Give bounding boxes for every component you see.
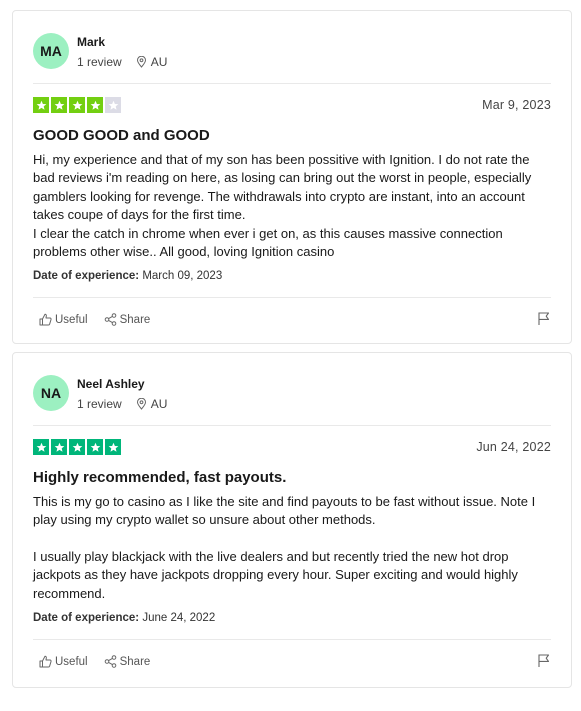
divider: [33, 639, 551, 640]
star-icon: [51, 97, 67, 113]
divider: [33, 83, 551, 84]
review-actions: Useful Share: [39, 313, 166, 326]
review-paragraph: I usually play blackjack with the live d…: [33, 548, 518, 601]
share-icon: [104, 655, 116, 668]
reviewer-name[interactable]: Neel Ashley: [77, 377, 145, 391]
divider: [33, 297, 551, 298]
star-rating: [33, 439, 123, 455]
country-code: AU: [150, 55, 168, 69]
location-pin-icon: [136, 56, 146, 68]
avatar[interactable]: NA: [33, 375, 69, 411]
share-button[interactable]: Share: [104, 313, 151, 326]
report-button[interactable]: [537, 653, 551, 673]
star-icon: [87, 439, 103, 455]
star-icon: [105, 439, 121, 455]
star-icon: [33, 439, 49, 455]
experience-date: March 09, 2023: [142, 270, 223, 282]
date-of-experience: Date of experience: June 24, 2022: [33, 612, 215, 624]
review-card: MA Mark 1 review AU Mar 9, 2023 GOOD GOO…: [12, 10, 572, 344]
flag-icon: [538, 654, 550, 667]
review-paragraph: Hi, my experience and that of my son has…: [33, 152, 532, 223]
report-button[interactable]: [537, 311, 551, 331]
thumbs-up-icon: [39, 313, 52, 326]
review-actions: Useful Share: [39, 655, 166, 668]
thumbs-up-icon: [39, 655, 52, 668]
reviewer-header[interactable]: MA Mark 1 review AU: [33, 33, 553, 73]
share-label: Share: [119, 313, 151, 326]
experience-label: Date of experience:: [33, 612, 140, 624]
review-date: Jun 24, 2022: [476, 440, 551, 454]
experience-label: Date of experience:: [33, 270, 140, 282]
share-label: Share: [119, 655, 151, 668]
star-icon: [105, 97, 121, 113]
reviewer-name[interactable]: Mark: [77, 35, 105, 49]
review-title[interactable]: Highly recommended, fast payouts.: [33, 469, 286, 486]
reviewer-header[interactable]: NA Neel Ashley 1 review AU: [33, 375, 553, 415]
star-rating: [33, 97, 123, 113]
review-paragraph: I clear the catch in chrome when ever i …: [33, 225, 503, 260]
avatar[interactable]: MA: [33, 33, 69, 69]
review-body: This is my go to casino as I like the si…: [33, 493, 553, 603]
reviewer-location: AU: [136, 397, 168, 411]
useful-label: Useful: [55, 313, 88, 326]
star-icon: [87, 97, 103, 113]
review-title[interactable]: GOOD GOOD and GOOD: [33, 127, 210, 144]
divider: [33, 425, 551, 426]
reviewer-meta: 1 review AU: [77, 397, 167, 411]
useful-label: Useful: [55, 655, 88, 668]
reviewer-meta: 1 review AU: [77, 55, 167, 69]
review-date: Mar 9, 2023: [482, 98, 551, 112]
star-icon: [33, 97, 49, 113]
location-pin-icon: [136, 398, 146, 410]
star-icon: [51, 439, 67, 455]
experience-date: June 24, 2022: [142, 612, 216, 624]
star-icon: [69, 439, 85, 455]
star-icon: [69, 97, 85, 113]
review-card: NA Neel Ashley 1 review AU Jun 24, 2022 …: [12, 352, 572, 688]
country-code: AU: [150, 397, 168, 411]
share-button[interactable]: Share: [104, 655, 151, 668]
share-icon: [104, 313, 116, 326]
review-paragraph: This is my go to casino as I like the si…: [33, 494, 536, 528]
useful-button[interactable]: Useful: [39, 655, 88, 668]
flag-icon: [538, 312, 550, 325]
reviews-page: MA Mark 1 review AU Mar 9, 2023 GOOD GOO…: [0, 0, 581, 711]
review-count: 1 review: [77, 397, 122, 411]
reviewer-location: AU: [136, 55, 168, 69]
review-body: Hi, my experience and that of my son has…: [33, 151, 553, 261]
review-count: 1 review: [77, 55, 122, 69]
date-of-experience: Date of experience: March 09, 2023: [33, 270, 222, 282]
useful-button[interactable]: Useful: [39, 313, 88, 326]
